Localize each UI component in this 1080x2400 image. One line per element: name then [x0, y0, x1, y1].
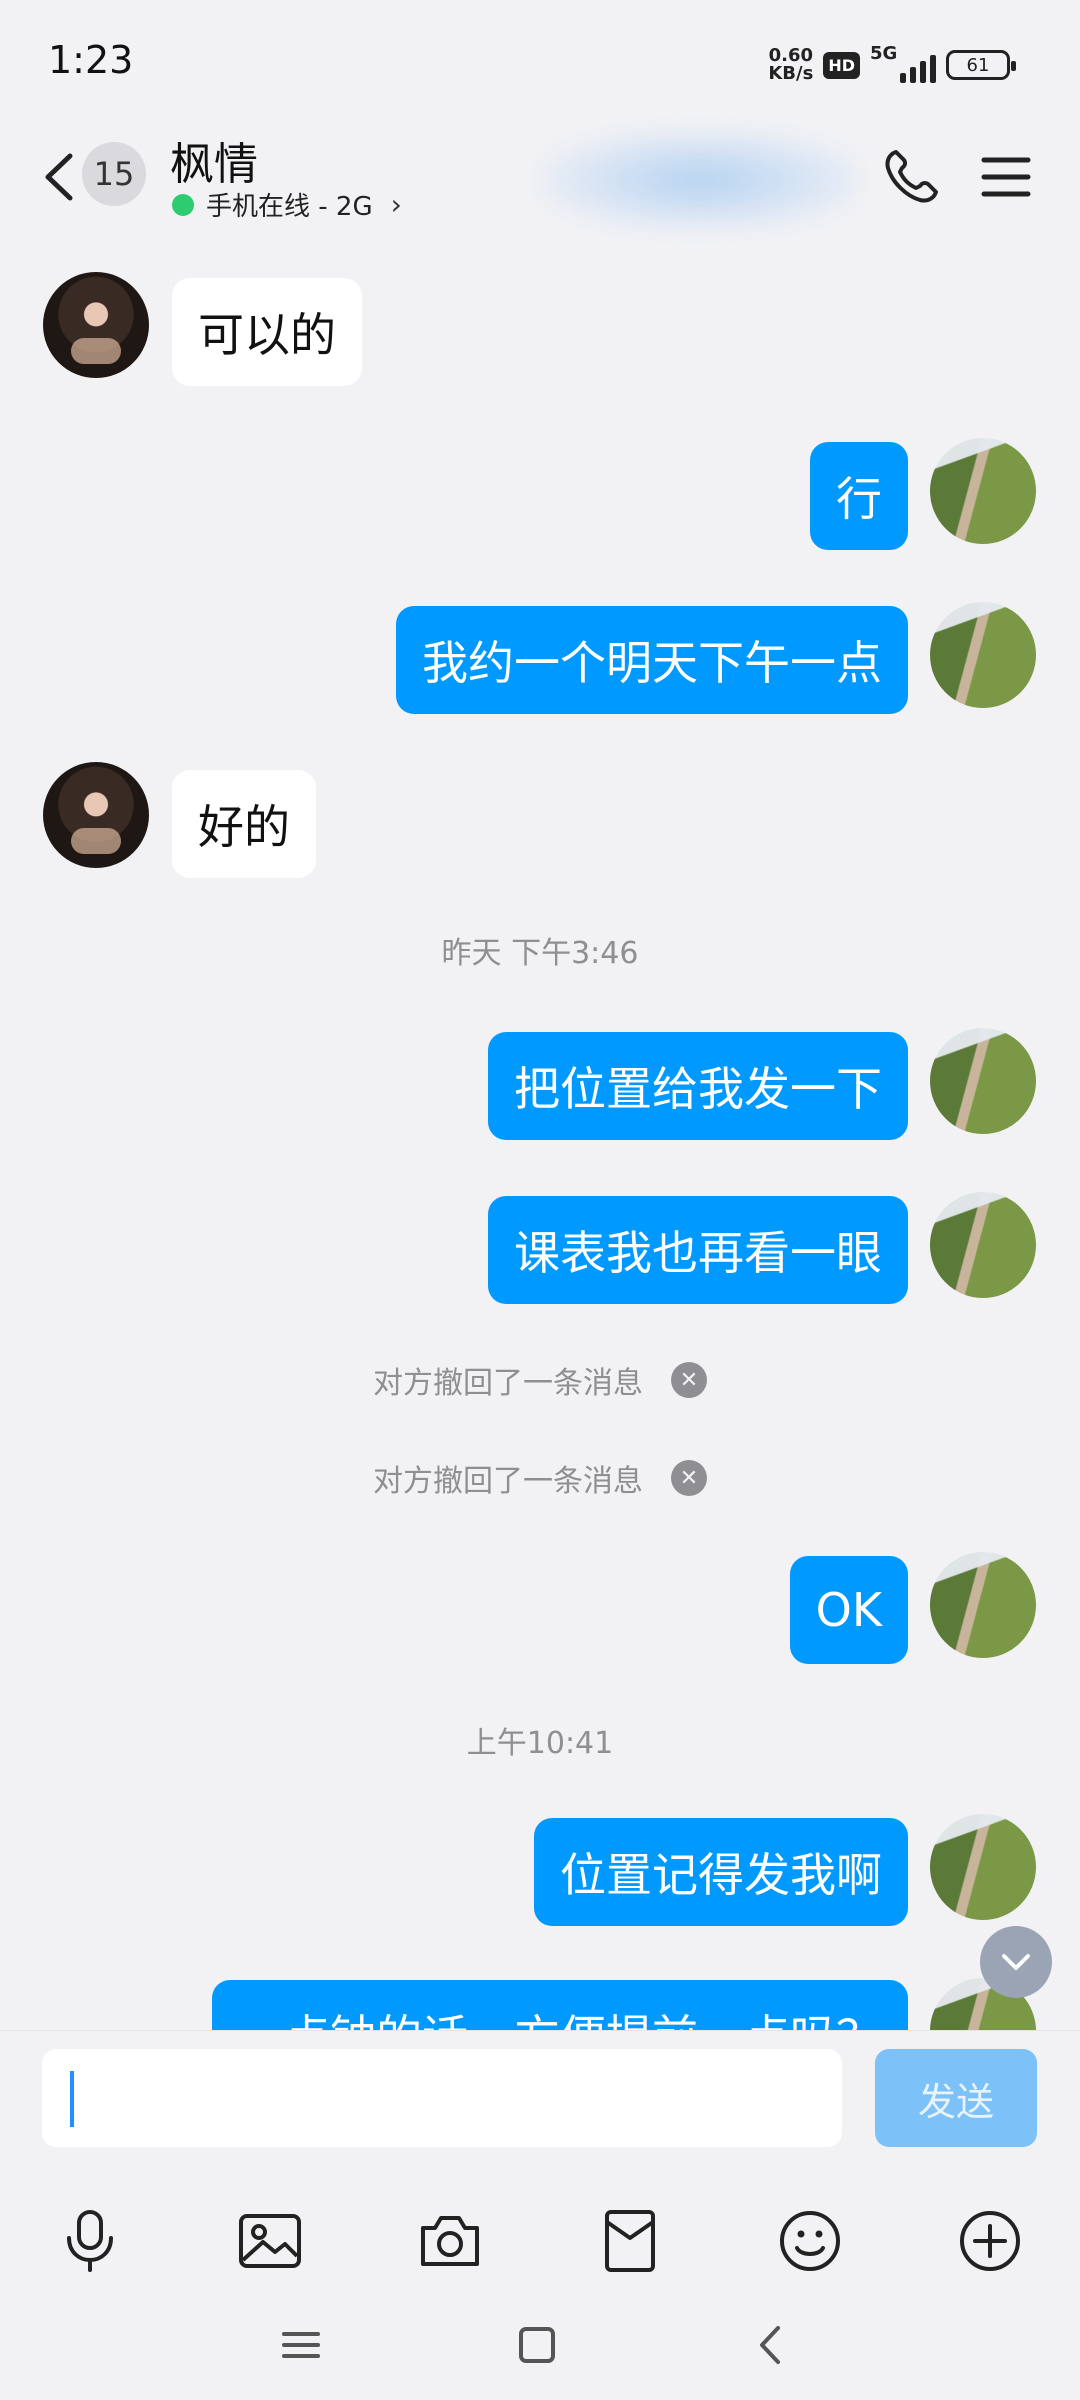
- outgoing-message[interactable]: OK: [789, 1556, 908, 1664]
- text-cursor: [70, 2071, 74, 2127]
- hd-icon: HD: [823, 51, 860, 79]
- phone-icon: [885, 150, 938, 203]
- recent-apps-button[interactable]: [266, 2310, 336, 2380]
- status-bar: 1:23 0.60 KB/s HD 5G 61: [0, 0, 1080, 120]
- recall-text: 对方撤回了一条消息: [373, 1464, 643, 1499]
- outgoing-message[interactable]: 把位置给我发一下: [488, 1032, 908, 1140]
- status-indicators: 0.60 KB/s HD 5G 61: [768, 40, 1016, 90]
- send-button[interactable]: 发送: [875, 2049, 1037, 2147]
- chevron-left-icon: [760, 2326, 780, 2364]
- scroll-to-bottom-button[interactable]: [980, 1926, 1052, 1998]
- timestamp: 上午10:41: [466, 1726, 614, 1761]
- battery-icon: 61: [946, 50, 1016, 80]
- timestamp: 昨天 下午3:46: [441, 936, 639, 971]
- input-toolbar: [0, 2181, 1080, 2301]
- my-avatar[interactable]: [930, 1028, 1036, 1134]
- more-button[interactable]: [950, 2201, 1030, 2281]
- system-back-button[interactable]: [736, 2310, 806, 2380]
- image-button[interactable]: [230, 2201, 310, 2281]
- emoji-button[interactable]: [770, 2201, 850, 2281]
- online-status-text: 手机在线 - 2G: [206, 192, 373, 222]
- plus-circle-icon: [960, 2211, 1020, 2271]
- chevron-down-icon: [1002, 1954, 1030, 1970]
- menu-button[interactable]: [976, 144, 1036, 210]
- red-packet-button[interactable]: [590, 2201, 670, 2281]
- close-icon[interactable]: ✕: [671, 1460, 707, 1496]
- network-speed: 0.60 KB/s: [768, 47, 813, 83]
- camera-button[interactable]: [410, 2201, 490, 2281]
- message-input[interactable]: [42, 2049, 842, 2147]
- square-icon: [519, 2327, 555, 2363]
- voice-button[interactable]: [50, 2201, 130, 2281]
- red-packet-icon: [605, 2210, 655, 2272]
- home-button[interactable]: [502, 2310, 572, 2380]
- outgoing-message[interactable]: 位置记得发我啊: [534, 1818, 908, 1926]
- outgoing-message[interactable]: 我约一个明天下午一点: [396, 606, 908, 714]
- chat-header: 15 枫情 手机在线 - 2G ›: [0, 120, 1080, 238]
- microphone-icon: [67, 2210, 113, 2272]
- call-button[interactable]: [878, 144, 944, 210]
- signal-icon: 5G: [870, 43, 936, 87]
- camera-icon: [421, 2216, 479, 2266]
- blurred-region: [540, 130, 860, 230]
- battery-level: 61: [966, 54, 990, 76]
- my-avatar[interactable]: [930, 602, 1036, 708]
- online-status[interactable]: 手机在线 - 2G ›: [172, 186, 402, 223]
- online-dot-icon: [172, 193, 194, 216]
- my-avatar[interactable]: [930, 1192, 1036, 1298]
- incoming-message[interactable]: 好的: [172, 770, 316, 878]
- my-avatar[interactable]: [930, 438, 1036, 544]
- unread-count-badge[interactable]: 15: [82, 142, 146, 206]
- my-avatar[interactable]: [930, 1814, 1036, 1920]
- my-avatar[interactable]: [930, 1552, 1036, 1658]
- hamburger-menu-icon: [981, 157, 1031, 197]
- menu-icon: [282, 2332, 320, 2358]
- recall-notice: 对方撤回了一条消息 ✕: [0, 1358, 1080, 1402]
- chevron-right-icon: ›: [390, 188, 402, 221]
- image-icon: [239, 2214, 301, 2268]
- outgoing-message[interactable]: 行: [810, 442, 908, 550]
- status-time: 1:23: [48, 38, 134, 82]
- network-type-label: 5G: [870, 43, 898, 64]
- outgoing-message[interactable]: 一点钟的话，方便提前一点吗？: [212, 1980, 908, 2030]
- system-navigation-bar: [0, 2290, 1080, 2400]
- network-speed-unit: KB/s: [768, 63, 814, 84]
- close-icon[interactable]: ✕: [671, 1362, 707, 1398]
- contact-avatar[interactable]: [43, 272, 149, 378]
- contact-avatar[interactable]: [43, 762, 149, 868]
- outgoing-message[interactable]: 课表我也再看一眼: [488, 1196, 908, 1304]
- recall-text: 对方撤回了一条消息: [373, 1366, 643, 1401]
- incoming-message[interactable]: 可以的: [172, 278, 362, 386]
- message-list[interactable]: 可以的 行 我约一个明天下午一点 好的 昨天 下午3:46 把位置给我发一下 课…: [0, 238, 1080, 2030]
- contact-name[interactable]: 枫情: [170, 128, 258, 192]
- recall-notice: 对方撤回了一条消息 ✕: [0, 1456, 1080, 1500]
- emoji-icon: [780, 2211, 840, 2271]
